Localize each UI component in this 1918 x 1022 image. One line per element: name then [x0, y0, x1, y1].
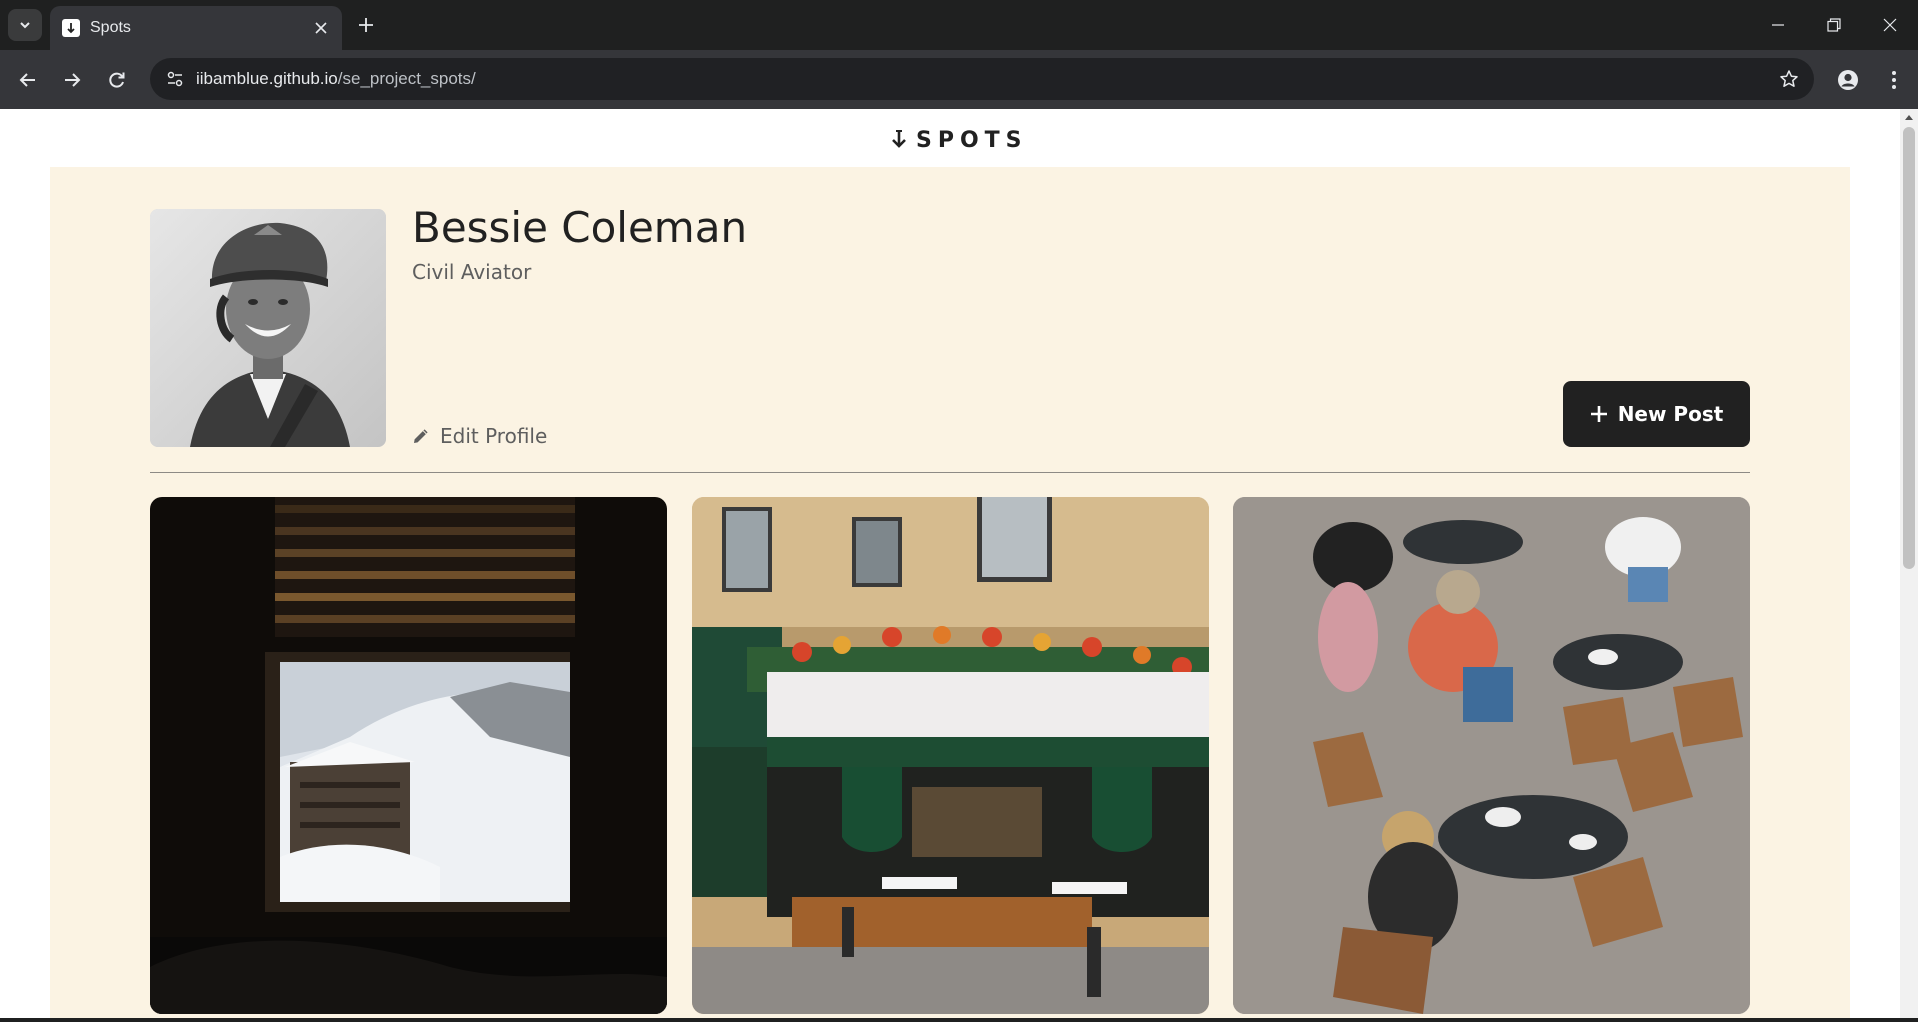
page-scrollbar[interactable]	[1900, 109, 1918, 1022]
logo-text: SPOTS	[916, 127, 1028, 153]
card-image-1[interactable]	[150, 497, 667, 1014]
spots-logo[interactable]: SPOTS	[890, 126, 1028, 154]
address-bar[interactable]: iibamblue.github.io/se_project_spots/	[150, 58, 1814, 100]
pencil-icon	[414, 429, 428, 443]
reload-icon	[109, 72, 125, 88]
chevron-down-icon	[20, 22, 30, 29]
window-close-icon	[1883, 18, 1897, 32]
bookmark-button[interactable]	[1778, 68, 1800, 90]
browser-menu-button[interactable]	[1878, 64, 1910, 96]
profile-divider	[150, 472, 1750, 473]
close-tab-button[interactable]	[310, 17, 332, 39]
back-button[interactable]	[12, 64, 44, 96]
profile-icon	[1838, 70, 1858, 90]
card-image-2[interactable]	[692, 497, 1209, 1014]
new-post-label: New Post	[1617, 402, 1724, 426]
window-bottom-edge	[0, 1018, 1918, 1022]
close-icon	[315, 22, 327, 34]
url-text: iibamblue.github.io/se_project_spots/	[196, 69, 476, 89]
avatar	[150, 209, 386, 447]
scroll-up-arrow-icon[interactable]	[1900, 109, 1918, 125]
minimize-button[interactable]	[1758, 10, 1798, 40]
browser-toolbar: iibamblue.github.io/se_project_spots/	[0, 50, 1918, 109]
plus-icon	[1590, 406, 1607, 422]
page-viewport: SPOTS Bessie Coleman Civil Aviator Edit …	[0, 109, 1900, 1022]
more-vert-icon	[1892, 71, 1896, 89]
minimize-icon	[1772, 24, 1784, 26]
star-icon	[1780, 70, 1798, 87]
edit-profile-label: Edit Profile	[440, 424, 548, 448]
edit-profile-button[interactable]: Edit Profile	[412, 424, 547, 448]
logo-arrow-icon	[892, 130, 906, 148]
tab-search-button[interactable]	[8, 9, 42, 41]
forward-icon	[65, 73, 81, 87]
window-close-button[interactable]	[1870, 10, 1910, 40]
new-post-button[interactable]: New Post	[1563, 381, 1750, 447]
plus-icon	[359, 18, 373, 32]
tab-title: Spots	[90, 19, 131, 36]
url-path: /se_project_spots/	[337, 69, 476, 88]
new-tab-button[interactable]	[352, 11, 380, 39]
card-image-3[interactable]	[1233, 497, 1750, 1014]
reload-button[interactable]	[101, 64, 133, 96]
scrollbar-thumb[interactable]	[1903, 127, 1915, 569]
back-icon	[19, 73, 35, 87]
forward-button[interactable]	[56, 64, 88, 96]
site-info-icon	[167, 71, 183, 87]
site-info-button[interactable]	[164, 68, 186, 90]
profile-description: Civil Aviator	[412, 260, 532, 284]
profile-button[interactable]	[1832, 64, 1864, 96]
profile-name: Bessie Coleman	[412, 203, 748, 252]
url-host: iibamblue.github.io	[196, 69, 338, 88]
browser-tab-bar: Spots	[0, 0, 1918, 50]
browser-tab[interactable]: Spots	[50, 6, 342, 50]
restore-button[interactable]	[1814, 10, 1854, 40]
spots-favicon-icon	[62, 19, 80, 37]
restore-icon	[1827, 18, 1841, 32]
profile-content: Bessie Coleman Civil Aviator Edit Profil…	[50, 167, 1850, 1022]
